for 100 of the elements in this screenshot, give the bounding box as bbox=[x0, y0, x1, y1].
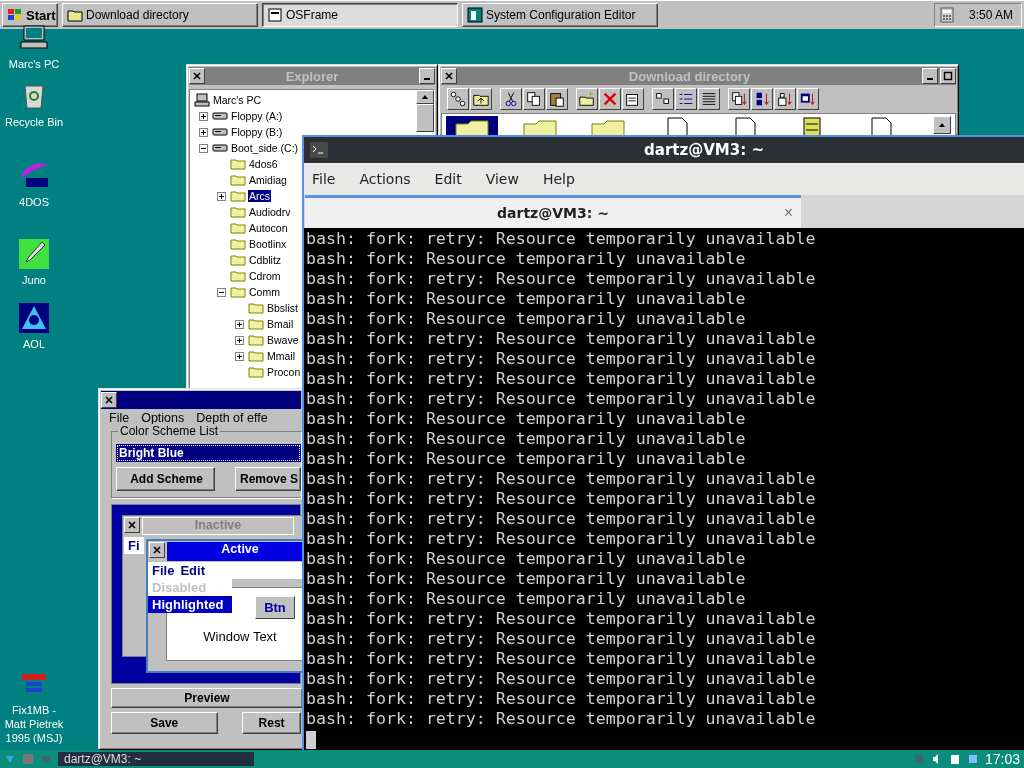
pen-icon[interactable] bbox=[18, 238, 50, 270]
taskbar-button[interactable]: dartz@VM3: ~ bbox=[58, 752, 254, 766]
toolbar-button[interactable] bbox=[523, 88, 545, 110]
tree-item[interactable]: Autocon bbox=[248, 222, 289, 234]
terminal-line: bash: fork: retry: Resource temporarily unavailable bbox=[306, 329, 817, 349]
toolbar-button[interactable] bbox=[797, 88, 819, 110]
toolbar-button[interactable] bbox=[470, 88, 492, 110]
start-button[interactable]: Start bbox=[2, 3, 58, 27]
menu-item[interactable]: Help bbox=[542, 171, 575, 187]
folder-icon bbox=[230, 204, 246, 220]
sort-icon bbox=[776, 90, 794, 108]
details-view-icon bbox=[700, 90, 718, 108]
tree-item[interactable]: Boot_side (C:) bbox=[230, 142, 300, 154]
battery-icon[interactable] bbox=[948, 753, 961, 765]
menu-item[interactable]: File bbox=[312, 171, 336, 187]
windows-logo bbox=[7, 7, 23, 23]
icon-label[interactable]: Recycle Bin bbox=[4, 115, 64, 129]
tree-item[interactable]: Procon bbox=[266, 366, 302, 378]
folder-icon bbox=[230, 220, 246, 236]
toolbar-button[interactable] bbox=[675, 88, 697, 110]
icon-label[interactable]: 4DOS bbox=[19, 195, 49, 209]
terminal-line: bash: fork: retry: Resource temporarily unavailable bbox=[306, 649, 817, 669]
expander-icon[interactable] bbox=[216, 191, 226, 201]
menu-item[interactable]: Actions bbox=[359, 171, 411, 187]
tree-item[interactable]: Bwave bbox=[266, 334, 300, 346]
expander-icon[interactable] bbox=[216, 287, 226, 297]
close-tab-button[interactable]: × bbox=[783, 204, 793, 222]
taskbar-button[interactable]: System Configuration Editor bbox=[462, 3, 658, 27]
window-text: Window Text bbox=[203, 629, 277, 644]
toolbar-button[interactable] bbox=[599, 88, 621, 110]
folder-icon bbox=[230, 284, 246, 300]
tree-item[interactable]: Audiodrv bbox=[248, 206, 292, 218]
terminal-tab[interactable]: dartz@VM3: ~ × bbox=[305, 195, 801, 228]
menu-item[interactable]: Edit bbox=[434, 171, 462, 187]
tree-item[interactable]: Bmail bbox=[266, 318, 295, 330]
taskbar-button[interactable]: OSFrame bbox=[262, 3, 458, 27]
menu-item[interactable]: Options bbox=[141, 411, 185, 425]
tree-item[interactable]: Floppy (B:) bbox=[230, 126, 284, 138]
scrollbar[interactable] bbox=[416, 90, 434, 132]
toolbar-button[interactable] bbox=[698, 88, 720, 110]
dialog-button[interactable]: Rest bbox=[241, 712, 301, 734]
toolbar-button[interactable] bbox=[652, 88, 674, 110]
icon-label[interactable]: Marc's PC bbox=[8, 57, 60, 71]
tree-item[interactable]: Floppy (A:) bbox=[230, 110, 284, 122]
terminal-line: bash: fork: retry: Resource temporarily unavailable bbox=[306, 269, 817, 289]
copy-icon bbox=[525, 90, 543, 108]
dialog-button[interactable]: Add Scheme bbox=[116, 467, 215, 491]
expander-icon[interactable] bbox=[234, 351, 244, 361]
expander-icon[interactable] bbox=[198, 111, 208, 121]
close-button[interactable] bbox=[101, 392, 117, 408]
menu-item[interactable]: Depth of effe bbox=[196, 411, 268, 425]
tree-item[interactable]: Marc's PC bbox=[212, 94, 263, 106]
group-label: Color Scheme List bbox=[118, 424, 221, 438]
expander-icon[interactable] bbox=[198, 143, 208, 153]
toolbar-button[interactable] bbox=[576, 88, 598, 110]
scroll-up-button[interactable] bbox=[933, 116, 951, 134]
tree-item[interactable]: Bootlinx bbox=[248, 238, 288, 250]
calculator-icon[interactable] bbox=[939, 7, 955, 23]
expander-icon[interactable] bbox=[234, 335, 244, 345]
toolbar-button[interactable] bbox=[546, 88, 568, 110]
tree-item[interactable]: Amidiag bbox=[248, 174, 288, 186]
toolbar-button[interactable] bbox=[500, 88, 522, 110]
terminal-line: bash: fork: Resource temporarily unavailable bbox=[306, 309, 747, 329]
folder-icon bbox=[230, 236, 246, 252]
taskbar-button[interactable]: Download directory bbox=[62, 3, 258, 27]
tree-item[interactable]: Comm bbox=[248, 286, 281, 298]
terminal-line: bash: fork: retry: Resource temporarily unavailable bbox=[306, 689, 817, 709]
terminal-line: bash: fork: retry: Resource temporarily unavailable bbox=[306, 369, 817, 389]
icon-label[interactable]: Fix1MB - Matt Pietrek 1995 (MSJ) bbox=[0, 703, 68, 745]
menu-item[interactable]: View bbox=[485, 171, 519, 187]
terminal-line: bash: fork: retry: Resource temporarily unavailable bbox=[306, 229, 817, 249]
expander-icon[interactable] bbox=[234, 319, 244, 329]
menu-item[interactable]: File bbox=[109, 411, 130, 425]
toolbar-button[interactable] bbox=[728, 88, 750, 110]
minimize-icon bbox=[927, 78, 933, 80]
dialog-button[interactable]: Save bbox=[111, 712, 218, 734]
window-title: Active bbox=[167, 542, 303, 561]
toolbar-button[interactable] bbox=[622, 88, 644, 110]
toolbar-button[interactable] bbox=[774, 88, 796, 110]
maximize-icon bbox=[943, 71, 953, 81]
tree-item[interactable]: Bbslist bbox=[266, 302, 299, 314]
tree-item[interactable]: Cdrom bbox=[248, 270, 282, 282]
close-icon bbox=[104, 395, 114, 405]
terminal-line: bash: fork: Resource temporarily unavailable bbox=[306, 569, 747, 589]
scroll-up-button[interactable] bbox=[416, 90, 434, 105]
scroll-up-icon bbox=[938, 121, 946, 129]
scroll-thumb[interactable] bbox=[416, 104, 434, 132]
folder-icon bbox=[230, 188, 246, 204]
expander-icon[interactable] bbox=[198, 127, 208, 137]
tree-item[interactable]: Cdblitz bbox=[248, 254, 283, 266]
preview-button[interactable]: Preview bbox=[111, 688, 303, 708]
sort-icon bbox=[730, 90, 748, 108]
dialog-button[interactable]: Remove S bbox=[234, 467, 301, 491]
list-item[interactable]: Bright Blue bbox=[116, 444, 301, 462]
toolbar-button[interactable] bbox=[751, 88, 773, 110]
icon-label[interactable]: Juno bbox=[22, 273, 46, 287]
tree-item[interactable]: 4dos6 bbox=[248, 158, 279, 170]
icon-label[interactable]: AOL bbox=[23, 337, 45, 351]
tree-item[interactable]: Mmail bbox=[266, 350, 296, 362]
tree-item[interactable]: Arcs bbox=[248, 190, 271, 202]
